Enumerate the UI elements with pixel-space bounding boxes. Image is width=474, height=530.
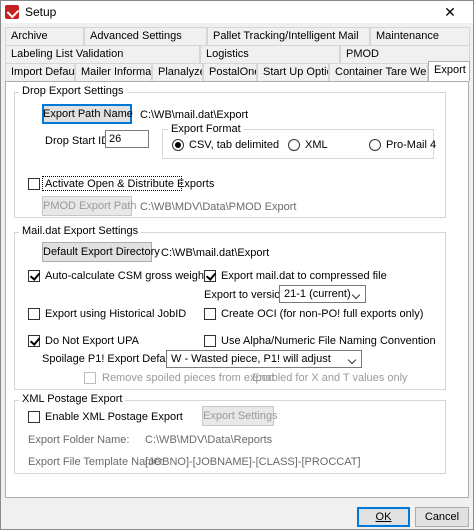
export-template-value: [JOBNO]-[JOBNAME]-[CLASS]-[PROCCAT] xyxy=(145,456,361,468)
tab-pallet-tracking[interactable]: Pallet Tracking/Intelligent Mail xyxy=(207,27,370,45)
maildat-export-settings-title: Mail.dat Export Settings xyxy=(19,225,142,237)
ok-button[interactable]: OK xyxy=(357,507,410,527)
tab-container-tare-weights[interactable]: Container Tare Weights xyxy=(329,63,428,81)
export-version-label: Export to version: xyxy=(204,289,290,301)
spoilage-default-value: W - Wasted piece, P1! will adjust xyxy=(171,353,331,365)
do-not-export-upa-label: Do Not Export UPA xyxy=(45,335,139,347)
tab-mailer-information[interactable]: Mailer Information xyxy=(75,63,152,81)
export-folder-value: C:\WB\MDV\Data\Reports xyxy=(145,434,273,446)
drop-start-id-input[interactable]: 26 xyxy=(105,130,149,148)
title-bar: Setup ✕ xyxy=(1,1,473,23)
format-csv-radio[interactable] xyxy=(172,139,184,151)
export-template-label: Export File Template Name: xyxy=(28,456,164,468)
export-compressed-label: Export mail.dat to compressed file xyxy=(221,270,387,282)
tab-postalone[interactable]: PostalOne! xyxy=(203,63,257,81)
remove-spoiled-checkbox[interactable] xyxy=(84,372,96,384)
export-version-dropdown[interactable]: 21-1 (current) xyxy=(279,285,366,303)
export-tab-panel: Drop Export Settings Export Path Name C:… xyxy=(5,81,469,498)
spoilage-default-dropdown[interactable]: W - Wasted piece, P1! will adjust xyxy=(166,350,362,368)
export-version-value: 21-1 (current) xyxy=(284,288,351,300)
tab-archive[interactable]: Archive xyxy=(5,27,84,45)
cancel-button[interactable]: Cancel xyxy=(415,507,469,527)
default-export-directory-button[interactable]: Default Export Directory xyxy=(42,242,160,262)
auto-calculate-csm-label: Auto-calculate CSM gross weight xyxy=(45,270,208,282)
historical-jobid-label: Export using Historical JobID xyxy=(45,308,187,320)
export-folder-label: Export Folder Name: xyxy=(28,434,130,446)
alpha-numeric-naming-checkbox[interactable] xyxy=(204,335,216,347)
enable-xml-postage-checkbox[interactable] xyxy=(28,411,40,423)
drop-export-settings-title: Drop Export Settings xyxy=(19,85,127,97)
tab-logistics[interactable]: Logistics xyxy=(200,45,340,63)
tab-maintenance[interactable]: Maintenance xyxy=(370,27,470,45)
do-not-export-upa-checkbox[interactable] xyxy=(28,335,40,347)
setup-app-icon xyxy=(5,5,19,19)
remove-spoiled-label: Remove spoiled pieces from export xyxy=(102,372,275,384)
alpha-numeric-naming-label: Use Alpha/Numeric File Naming Convention xyxy=(221,335,436,347)
create-oci-checkbox[interactable] xyxy=(204,308,216,320)
auto-calculate-csm-checkbox[interactable] xyxy=(28,270,40,282)
chevron-down-icon xyxy=(348,286,365,302)
format-xml-label: XML xyxy=(305,139,328,151)
enable-xml-postage-label: Enable XML Postage Export xyxy=(45,411,183,423)
xt-values-note: Enabled for X and T values only xyxy=(252,372,408,384)
pmod-export-path-value: C:\WB\MDV\Data\PMOD Export xyxy=(140,201,297,213)
xml-postage-export-title: XML Postage Export xyxy=(19,393,126,405)
activate-open-distribute-label: Activate Open & Distribute Exports xyxy=(45,178,215,190)
ok-button-label: OK xyxy=(375,511,392,523)
export-path-value: C:\WB\mail.dat\Export xyxy=(140,109,249,121)
tab-start-up-options[interactable]: Start Up Options xyxy=(257,63,329,81)
window-title: Setup xyxy=(25,5,57,19)
close-icon[interactable]: ✕ xyxy=(427,1,473,23)
setup-window: Setup ✕ Archive Advanced Settings Pallet… xyxy=(0,0,474,530)
spoilage-default-label: Spoilage P1! Export Default: xyxy=(42,353,181,365)
drop-start-id-label: Drop Start ID: xyxy=(45,135,113,147)
tab-import-defaults[interactable]: Import Defaults xyxy=(5,63,75,81)
format-xml-radio[interactable] xyxy=(288,139,300,151)
default-export-directory-value: C:\WB\mail.dat\Export xyxy=(161,247,270,259)
create-oci-label: Create OCI (for non-PO! full exports onl… xyxy=(221,308,424,320)
tab-planalyzer[interactable]: Planalyzer xyxy=(152,63,203,81)
chevron-down-icon xyxy=(344,351,361,367)
tab-labeling-list-validation[interactable]: Labeling List Validation xyxy=(5,45,200,63)
export-path-name-button[interactable]: Export Path Name xyxy=(42,104,133,124)
tab-export[interactable]: Export xyxy=(428,61,470,81)
historical-jobid-checkbox[interactable] xyxy=(28,308,40,320)
export-format-title: Export Format xyxy=(168,123,244,135)
xml-export-settings-button[interactable]: Export Settings xyxy=(202,406,278,426)
activate-open-distribute-checkbox[interactable] xyxy=(28,178,40,190)
format-promail-label: Pro-Mail 4 xyxy=(386,139,437,151)
pmod-export-path-button[interactable]: PMOD Export Path xyxy=(42,196,137,216)
format-promail-radio[interactable] xyxy=(369,139,381,151)
export-compressed-checkbox[interactable] xyxy=(204,270,216,282)
tab-advanced-settings[interactable]: Advanced Settings xyxy=(84,27,207,45)
format-csv-label: CSV, tab delimited xyxy=(189,139,280,151)
